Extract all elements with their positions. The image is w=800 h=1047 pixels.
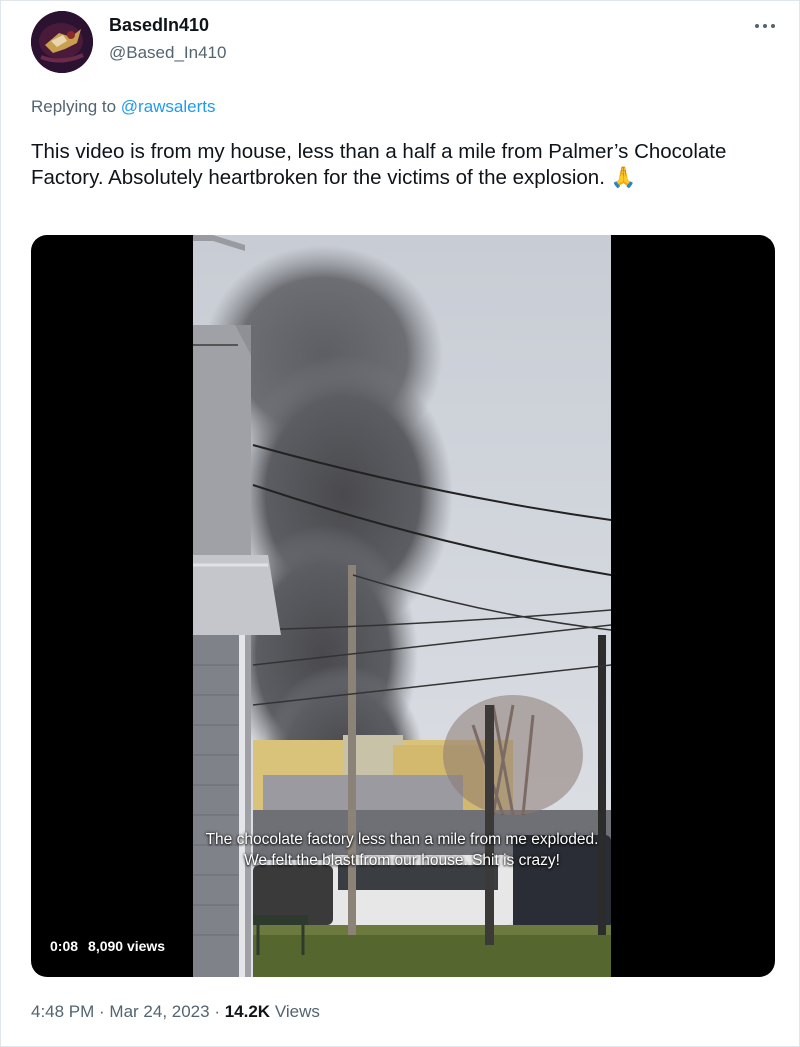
tweet-text: This video is from my house, less than a…	[31, 140, 727, 189]
video-stats-badge: 0:08 8,090 views	[43, 933, 173, 959]
tweet-card: BasedIn410 @Based_In410 Replying to @raw…	[0, 0, 800, 1047]
separator: ·	[209, 1002, 225, 1021]
author-handle[interactable]: @Based_In410	[109, 43, 226, 63]
replying-to-label: Replying to	[31, 97, 121, 116]
tweet-metadata: 4:48 PM · Mar 24, 2023 · 14.2K Views	[31, 1002, 320, 1022]
replying-to: Replying to @rawsalerts	[31, 97, 216, 117]
ellipsis-icon[interactable]	[747, 11, 783, 41]
views-count: 14.2K	[224, 1002, 271, 1021]
reply-handle-link[interactable]: @rawsalerts	[121, 97, 216, 116]
video-player[interactable]: The chocolate factory less than a mile f…	[31, 235, 775, 977]
tweet-time[interactable]: 4:48 PM	[31, 1002, 94, 1021]
video-subtitle: The chocolate factory less than a mile f…	[205, 831, 599, 869]
separator: ·	[94, 1002, 110, 1021]
tweet-date[interactable]: Mar 24, 2023	[109, 1002, 209, 1021]
video-timestamp: 0:08	[50, 938, 79, 954]
avatar[interactable]	[31, 11, 93, 73]
video-views: 8,090 views	[88, 938, 166, 954]
views-label: Views	[270, 1002, 320, 1021]
more-options-icon	[755, 24, 775, 28]
author-display-name[interactable]: BasedIn410	[109, 15, 209, 36]
avatar-image	[31, 11, 93, 73]
